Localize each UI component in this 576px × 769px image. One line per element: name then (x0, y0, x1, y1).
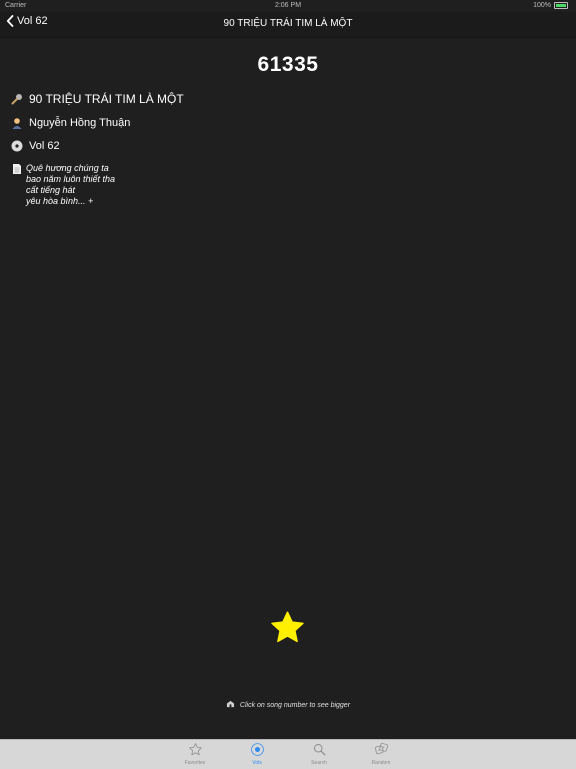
battery-indicator: 100% (533, 2, 568, 9)
tab-search[interactable]: Search (288, 740, 350, 769)
status-time: 2:06 PM (274, 2, 302, 9)
status-bar: Carrier 2:06 PM 100% (0, 0, 576, 12)
battery-icon (554, 2, 568, 9)
tab-bar: Favorites Vols Search Random (0, 739, 576, 769)
tab-random-label: Random (371, 760, 391, 766)
song-title: 90 TRIỆU TRÁI TIM LÀ MỘT (29, 92, 184, 106)
song-volume-row: Vol 62 (11, 140, 60, 152)
lyric-lines: Quê hương chúng ta bao năm luôn thiết th… (26, 163, 115, 207)
lyric-line: bao năm luôn thiết tha (26, 174, 116, 184)
favorite-star-icon[interactable] (269, 610, 306, 646)
tab-favorites[interactable]: Favorites (164, 740, 226, 769)
tab-random[interactable]: Random (350, 740, 412, 769)
song-author-row: Nguyễn Hồng Thuận (11, 117, 130, 129)
search-icon (313, 744, 325, 756)
disc-icon (11, 140, 23, 152)
page-title: 90 TRIỆU TRÁI TIM LÀ MỘT (223, 18, 353, 29)
song-author[interactable]: Nguyễn Hồng Thuận (29, 117, 130, 129)
disc-icon (250, 743, 264, 756)
document-icon (13, 164, 21, 174)
song-volume[interactable]: Vol 62 (29, 140, 60, 152)
person-icon (12, 118, 22, 129)
lyric-line: cất tiếng hát (26, 185, 76, 195)
microphone-icon (11, 94, 22, 105)
tab-vols[interactable]: Vols (226, 740, 288, 769)
info-icon (226, 700, 235, 708)
song-number[interactable]: 61335 (0, 53, 576, 77)
tab-search-label: Search (311, 760, 327, 766)
star-outline-icon (188, 743, 202, 756)
hint-text: Click on song number to see bigger (0, 700, 576, 709)
dice-icon (374, 743, 388, 755)
lyric-line[interactable]: yêu hòa bình... + (26, 196, 115, 207)
lyric-line: Quê hương chúng ta (26, 163, 109, 173)
battery-percent: 100% (533, 2, 551, 9)
tab-vols-label: Vols (252, 760, 262, 766)
hint-label: Click on song number to see bigger (239, 702, 351, 709)
tab-favorites-label: Favorites (184, 760, 206, 766)
navigation-bar: Vol 62 90 TRIỆU TRÁI TIM LÀ MỘT (0, 12, 576, 38)
song-title-row: 90 TRIỆU TRÁI TIM LÀ MỘT (11, 92, 184, 106)
lyrics-preview: Quê hương chúng ta bao năm luôn thiết th… (11, 163, 115, 207)
